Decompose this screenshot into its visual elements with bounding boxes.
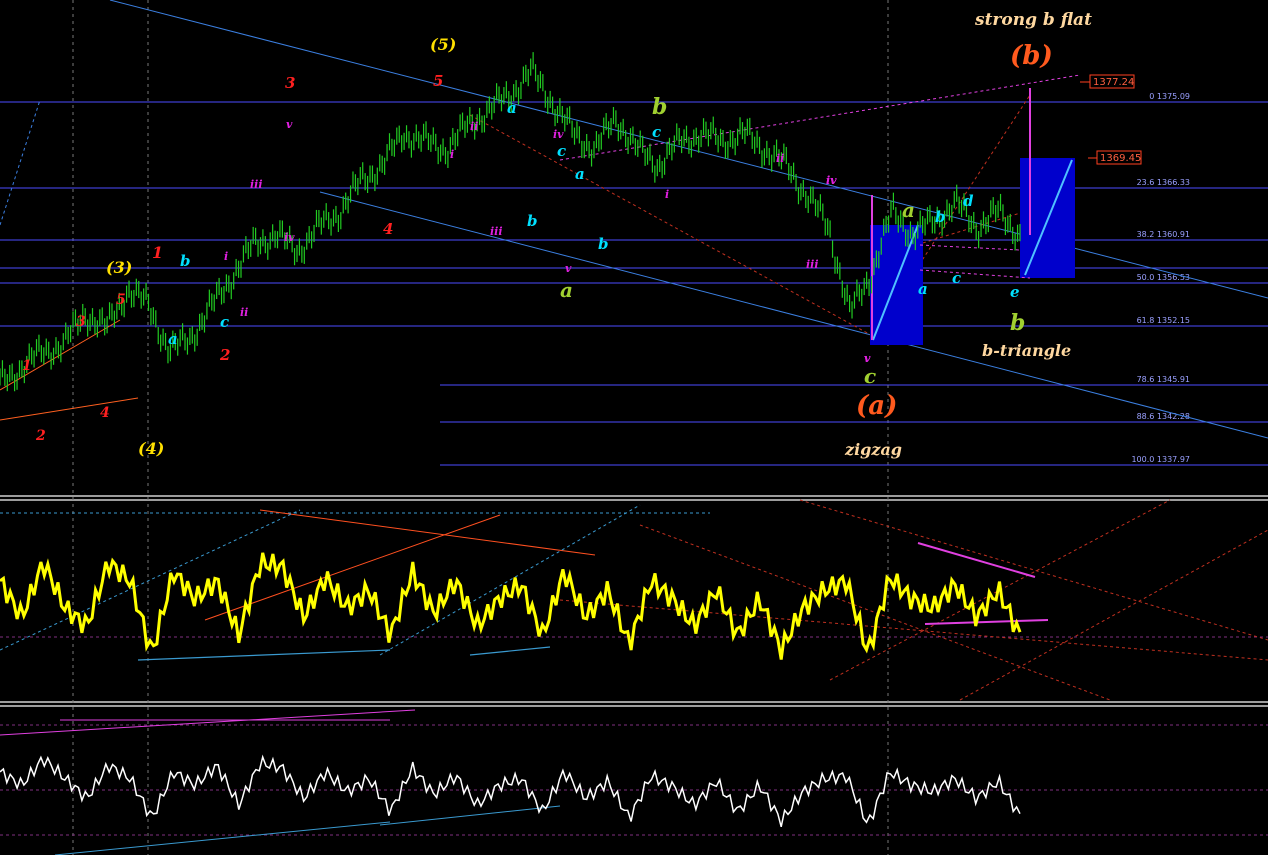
fib-level-label: 61.8 1352.15 [1137,316,1190,325]
wave-label: 4 [383,220,393,238]
wave-label: b [180,252,191,270]
trend-channel[interactable] [0,0,1268,439]
wave-label: (5) [430,35,456,54]
annotation-a-paren: (a) [856,391,897,421]
annotation-b-triangle: b-triangle [982,341,1071,360]
wave-label: iv [826,174,837,187]
wave-label: b [598,235,609,253]
wave-label: a [168,330,178,348]
wave-label: (3) [106,258,132,277]
oscillator-2-line [0,754,1021,827]
wave-label: a [918,280,928,298]
wave-label: ii [470,120,478,133]
wave-label: iv [284,231,295,244]
wave-label: c [864,364,876,388]
fib-level-label: 88.6 1342.28 [1137,412,1190,421]
wave-label: a [575,165,585,183]
wave-label: v [286,118,293,131]
svg-text:1377.24: 1377.24 [1093,77,1134,88]
wave-label: iii [250,178,263,191]
wave-label: 4 [100,405,110,421]
wave-label: 3 [285,74,295,92]
wave-label: i [665,188,669,201]
fib-level-label: 38.2 1360.91 [1137,230,1190,239]
wave-label: i [224,250,228,263]
wave-label: 1 [152,243,163,262]
wave-label: iii [490,225,503,238]
price-tag[interactable]: 1377.24 [1080,74,1135,89]
wave-label: 5 [433,72,443,90]
wave-label: c [220,313,229,331]
wave-label: 2 [35,428,46,444]
level-lines [0,101,1268,327]
time-grid [72,0,889,855]
fib-level-label: 100.0 1337.97 [1131,455,1190,464]
price-tag[interactable]: 1369.45 [1088,150,1142,165]
wave-label: d [963,192,974,210]
wedge-lines [0,319,139,421]
wave-label: v [565,262,572,275]
oscillator-1-line [0,552,1022,660]
wave-label: 3 [76,314,86,330]
triangle-lines [919,244,1031,279]
wave-label: a [560,278,573,302]
wave-label: ii [240,306,248,319]
fib-level-label: 0 1375.09 [1149,92,1190,101]
wave-label: b [935,208,946,226]
wave-label: 2 [219,346,230,364]
wave-label: i [450,148,454,161]
wave-label: b [1010,310,1025,336]
fib-level-label: 23.6 1366.33 [1137,178,1190,187]
wave-label: a [902,198,915,222]
wave-label: b [527,212,538,230]
wave-label: ii [776,152,784,165]
fib-level-label: 50.0 1356.53 [1137,273,1190,282]
wave-label: 5 [116,292,126,308]
annotation-strong-b-flat: strong b flat [974,10,1092,30]
wave-label: a [507,99,517,117]
wave-label: iii [806,258,819,271]
annotation-zigzag: zigzag [844,440,902,459]
elliott-wave-chart: 0 1375.09 23.6 1366.33 38.2 1360.91 50.0 13… [0,0,1268,855]
fib-level-label: 78.6 1345.91 [1137,375,1190,384]
wave-label: c [652,123,661,141]
wave-label: c [952,269,961,287]
wave-label: e [1010,283,1020,301]
svg-text:1369.45: 1369.45 [1100,153,1141,164]
wave-label: (4) [138,439,164,458]
oscillator-1-guides [0,499,1268,701]
wave-label: iv [553,128,564,141]
wave-label: 1 [22,358,32,374]
wave-label: b [652,94,667,120]
annotation-b-paren: (b) [1010,41,1053,71]
wave-label: c [557,142,566,160]
